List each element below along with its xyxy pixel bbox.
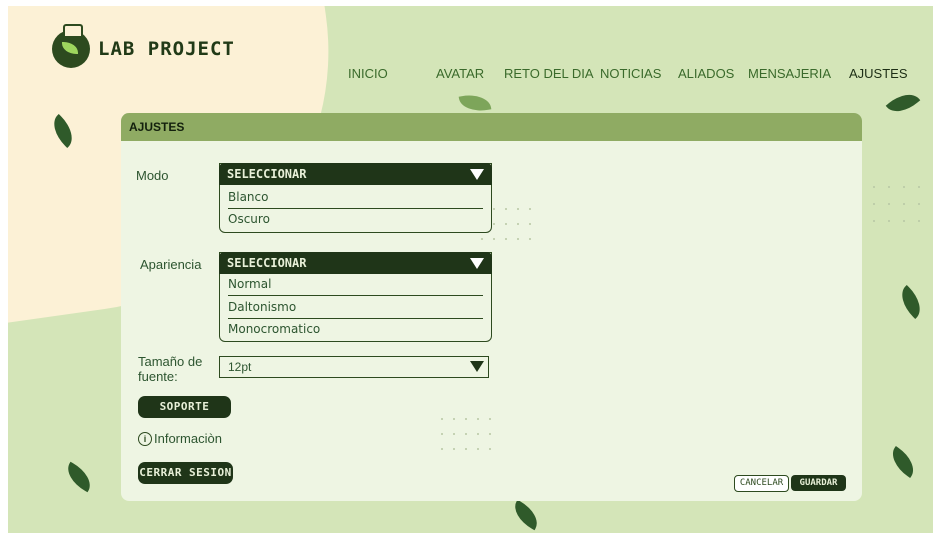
dot-grid bbox=[441, 418, 491, 450]
soporte-button[interactable]: SOPORTE bbox=[138, 396, 231, 418]
apariencia-dropdown-header[interactable]: SELECCIONAR bbox=[219, 252, 492, 274]
apariencia-label: Apariencia bbox=[140, 257, 202, 272]
dropdown-triangle-icon bbox=[470, 169, 484, 180]
modo-option-oscuro[interactable]: Oscuro bbox=[228, 209, 483, 230]
logo[interactable]: LAB PROJECT bbox=[52, 24, 235, 68]
save-button[interactable]: GUARDAR bbox=[791, 475, 846, 491]
font-size-select[interactable]: 12pt bbox=[219, 356, 489, 378]
modo-dropdown-header[interactable]: SELECCIONAR bbox=[219, 163, 492, 185]
flask-logo-icon bbox=[52, 24, 90, 68]
nav-item-inicio[interactable]: INICIO bbox=[348, 66, 388, 81]
info-label: Informaciòn bbox=[154, 431, 222, 446]
cerrar-sesion-button[interactable]: CERRAR SESION bbox=[138, 462, 233, 484]
modo-selected: SELECCIONAR bbox=[227, 167, 307, 181]
settings-header: AJUSTES bbox=[121, 113, 862, 141]
leaf-icon bbox=[885, 86, 921, 120]
apariencia-option-normal[interactable]: Normal bbox=[228, 274, 483, 296]
modo-label: Modo bbox=[136, 168, 169, 183]
nav-item-mensajeria[interactable]: MENSAJERIA bbox=[748, 66, 831, 81]
info-link[interactable]: i Informaciòn bbox=[138, 431, 222, 446]
apariencia-dropdown[interactable]: SELECCIONAR Normal Daltonismo Monocromat… bbox=[219, 252, 492, 342]
settings-panel: AJUSTES Modo SELECCIONAR Blanco Oscuro A… bbox=[121, 113, 862, 501]
nav-item-ajustes[interactable]: AJUSTES bbox=[849, 66, 908, 81]
dropdown-triangle-icon bbox=[470, 361, 484, 372]
dropdown-triangle-icon bbox=[470, 258, 484, 269]
leaf-icon bbox=[458, 91, 492, 115]
dot-grid bbox=[858, 186, 920, 222]
nav-item-reto-del-dia[interactable]: RETO DEL DIA bbox=[504, 66, 594, 81]
font-size-label: Tamaño de fuente: bbox=[138, 354, 203, 384]
leaf-icon bbox=[885, 446, 921, 478]
apariencia-option-daltonismo[interactable]: Daltonismo bbox=[228, 297, 483, 319]
apariencia-option-monocromatico[interactable]: Monocromatico bbox=[228, 319, 483, 340]
nav-item-noticias[interactable]: NOTICIAS bbox=[600, 66, 661, 81]
logo-text: LAB PROJECT bbox=[98, 38, 235, 60]
nav-item-aliados[interactable]: ALIADOS bbox=[678, 66, 734, 81]
font-size-value: 12pt bbox=[228, 360, 252, 374]
leaf-icon bbox=[61, 461, 97, 493]
modo-option-blanco[interactable]: Blanco bbox=[228, 187, 483, 209]
leaf-icon bbox=[508, 499, 544, 531]
nav-item-avatar[interactable]: AVATAR bbox=[436, 66, 484, 81]
apariencia-selected: SELECCIONAR bbox=[227, 256, 307, 270]
app-frame: LAB PROJECT INICIO AVATAR RETO DEL DIA N… bbox=[8, 6, 933, 533]
modo-dropdown[interactable]: SELECCIONAR Blanco Oscuro bbox=[219, 163, 492, 233]
cancel-button[interactable]: CANCELAR bbox=[734, 475, 789, 492]
leaf-icon bbox=[894, 285, 928, 319]
info-icon: i bbox=[138, 431, 152, 446]
